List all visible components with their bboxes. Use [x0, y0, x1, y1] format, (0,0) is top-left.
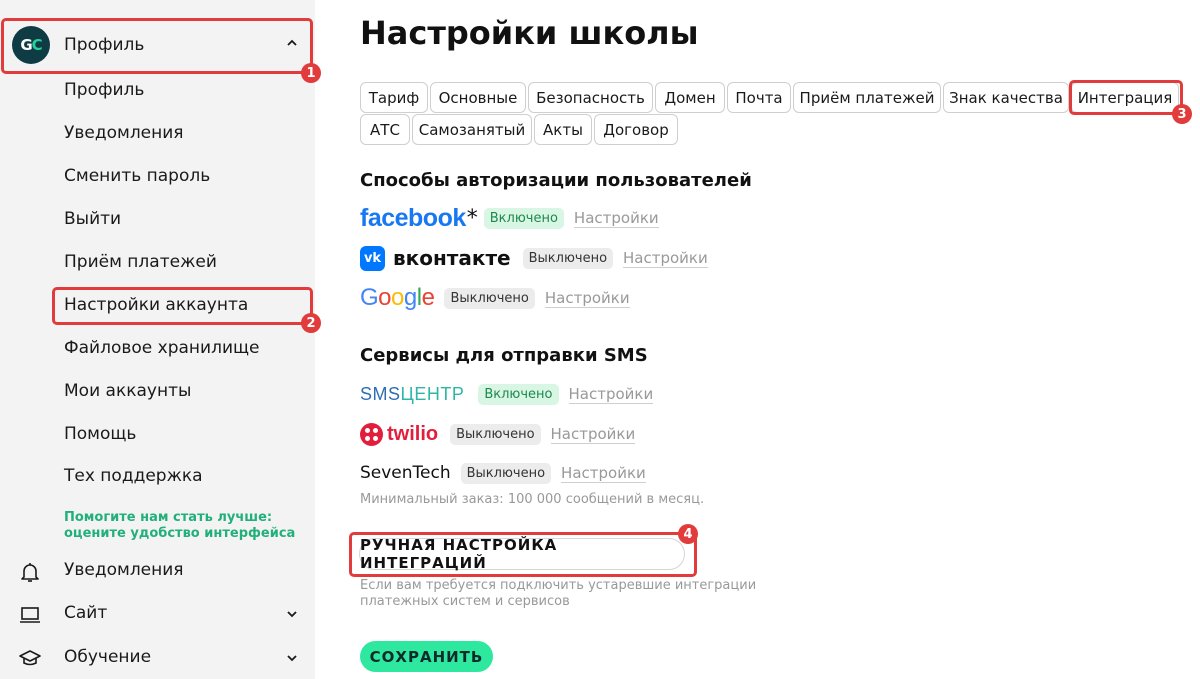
sidebar-item-logout[interactable]: Выйти	[64, 209, 121, 229]
status-badge: Включено	[478, 383, 559, 405]
status-badge: Включено	[483, 207, 564, 229]
seventech-logo-text: SevenTech	[360, 463, 451, 483]
twilio-settings-link[interactable]: Настройки	[550, 425, 636, 444]
feedback-link[interactable]: Помогите нам стать лучше: оцените удобст…	[64, 510, 295, 542]
sidebar: GC Профиль Профиль Уведомления Сменить п…	[0, 0, 315, 679]
google-settings-link[interactable]: Настройки	[544, 289, 630, 308]
annotation-box-account-settings	[52, 287, 313, 325]
annotation-badge-2: 2	[301, 313, 321, 333]
sidebar-item-payments[interactable]: Приём платежей	[64, 252, 217, 272]
manual-integration-note: Если вам требуется подключить устаревшие…	[360, 578, 757, 609]
tab-mail[interactable]: Почта	[727, 82, 791, 113]
smscenter-logo: SMSЦЕНТР	[360, 383, 465, 404]
status-badge: Выключено	[450, 423, 541, 445]
sidebar-item-notifications[interactable]: Уведомления	[64, 123, 184, 143]
sms-row-twilio: twilio Выключено Настройки	[360, 420, 636, 448]
feedback-line-2: оцените удобство интерфейса	[64, 526, 296, 541]
sms-section-title: Сервисы для отправки SMS	[360, 345, 648, 366]
nav-notifications[interactable]: Уведомления	[0, 556, 315, 586]
min-order-note: Минимальный заказ: 100 000 сообщений в м…	[360, 492, 705, 507]
chevron-down-icon	[286, 652, 298, 667]
nav-learning-label: Обучение	[64, 647, 152, 667]
nav-notifications-label: Уведомления	[64, 560, 184, 580]
auth-section-title: Способы авторизации пользователей	[360, 170, 752, 191]
status-badge: Выключено	[522, 247, 614, 269]
page-title: Настройки школы	[360, 14, 699, 52]
vk-settings-link[interactable]: Настройки	[623, 249, 708, 268]
annotation-box-profile	[1, 18, 313, 74]
sidebar-item-profile[interactable]: Профиль	[64, 80, 144, 100]
vk-icon: vk	[360, 245, 385, 271]
tab-ats[interactable]: АТС	[360, 114, 410, 145]
sidebar-item-my-accounts[interactable]: Мои аккаунты	[64, 381, 191, 401]
annotation-badge-4: 4	[678, 524, 698, 544]
laptop-icon	[18, 603, 42, 625]
tab-contract[interactable]: Договор	[594, 114, 678, 145]
seventech-settings-link[interactable]: Настройки	[561, 464, 646, 483]
annotation-box-manual-button	[349, 532, 697, 577]
facebook-settings-link[interactable]: Настройки	[573, 209, 659, 228]
required-asterisk: *	[466, 205, 478, 231]
feedback-line-1: Помогите нам стать лучше:	[64, 510, 273, 525]
annotation-badge-3: 3	[1172, 104, 1192, 124]
sidebar-item-help[interactable]: Помощь	[64, 424, 136, 444]
annotation-box-integration-tab	[1069, 80, 1183, 115]
save-button[interactable]: СОХРАНИТЬ	[360, 641, 493, 672]
sidebar-item-file-storage[interactable]: Файловое хранилище	[64, 338, 259, 358]
tab-quality-mark[interactable]: Знак качества	[943, 82, 1069, 113]
nav-learning[interactable]: Обучение	[0, 643, 315, 673]
vk-logo-text: вконтакте	[393, 246, 511, 270]
auth-row-vk: vk вконтакте Выключено Настройки	[360, 244, 708, 272]
sidebar-item-support[interactable]: Тех поддержка	[64, 466, 203, 486]
google-logo: Google	[360, 284, 435, 311]
tab-self-employed[interactable]: Самозанятый	[412, 114, 532, 145]
tab-tariff[interactable]: Тариф	[360, 82, 428, 113]
auth-row-facebook: facebook * Включено Настройки	[360, 204, 659, 232]
sms-row-smscenter: SMSЦЕНТР Включено Настройки	[360, 380, 654, 408]
tab-acts[interactable]: Акты	[534, 114, 592, 145]
sms-row-seventech: SevenTech Выключено Настройки	[360, 459, 646, 487]
chevron-down-icon	[286, 608, 298, 623]
status-badge: Выключено	[460, 462, 552, 484]
status-badge: Выключено	[444, 287, 535, 309]
twilio-icon	[360, 422, 383, 446]
graduation-cap-icon	[18, 647, 42, 669]
tab-domain[interactable]: Домен	[655, 82, 725, 113]
nav-site-label: Сайт	[64, 603, 108, 623]
tab-general[interactable]: Основные	[430, 82, 526, 113]
sidebar-item-change-password[interactable]: Сменить пароль	[64, 166, 210, 186]
tab-payments[interactable]: Приём платежей	[793, 82, 941, 113]
tab-security[interactable]: Безопасность	[528, 82, 653, 113]
twilio-logo-text: twilio	[387, 422, 439, 445]
nav-site[interactable]: Сайт	[0, 599, 315, 629]
bell-icon	[18, 560, 42, 582]
annotation-badge-1: 1	[301, 63, 321, 83]
smscenter-settings-link[interactable]: Настройки	[568, 385, 654, 404]
facebook-logo: facebook	[360, 203, 466, 232]
auth-row-google: Google Выключено Настройки	[360, 284, 630, 312]
